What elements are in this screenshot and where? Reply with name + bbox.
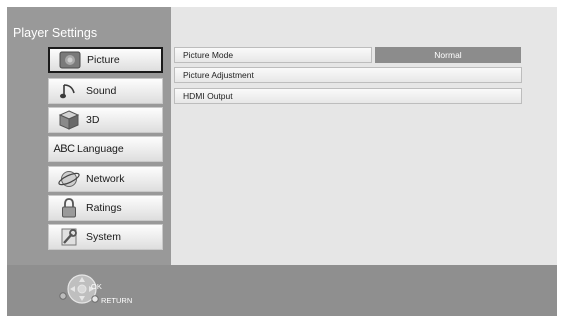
- sidebar-item-label: 3D: [86, 114, 100, 126]
- sidebar-item-label: Sound: [86, 85, 117, 97]
- language-icon: ABC: [53, 143, 75, 155]
- footer-bar: OK RETURN: [7, 265, 557, 316]
- sidebar: Player Settings Picture Sound 3D ABC Lan…: [7, 7, 171, 265]
- sidebar-item-system[interactable]: System: [48, 224, 163, 250]
- sidebar-item-picture[interactable]: Picture: [48, 47, 163, 73]
- setting-row-picture-adjustment[interactable]: Picture Adjustment: [174, 67, 522, 83]
- return-hint: RETURN: [101, 296, 133, 305]
- setting-label: Picture Adjustment: [183, 70, 254, 80]
- sidebar-item-label: Language: [77, 143, 124, 155]
- setting-label: HDMI Output: [183, 91, 233, 101]
- setting-row-hdmi-output[interactable]: HDMI Output: [174, 88, 522, 104]
- lock-icon: [55, 197, 83, 219]
- sidebar-item-language[interactable]: ABC Language: [48, 136, 163, 162]
- sound-icon: [55, 80, 83, 102]
- dpad-icon: [58, 272, 104, 311]
- setting-label: Picture Mode: [183, 50, 234, 60]
- setting-row-picture-mode[interactable]: Picture Mode: [174, 47, 372, 63]
- sidebar-item-label: System: [86, 231, 122, 243]
- sidebar-item-network[interactable]: Network: [48, 166, 163, 192]
- sidebar-item-3d[interactable]: 3D: [48, 107, 163, 133]
- sidebar-item-label: Network: [86, 173, 125, 185]
- wrench-icon: [55, 226, 83, 248]
- page-title: Player Settings: [13, 26, 98, 40]
- sidebar-item-sound[interactable]: Sound: [48, 78, 163, 104]
- setting-value-picture-mode[interactable]: Normal: [375, 47, 521, 63]
- sidebar-item-ratings[interactable]: Ratings: [48, 195, 163, 221]
- 3d-icon: [55, 109, 83, 131]
- picture-icon: [56, 49, 84, 71]
- sidebar-item-label: Picture: [87, 54, 120, 66]
- settings-screen: Player Settings Picture Sound 3D ABC Lan…: [7, 7, 557, 316]
- network-icon: [55, 168, 83, 190]
- ok-hint: OK: [91, 282, 102, 291]
- sidebar-item-label: Ratings: [86, 202, 122, 214]
